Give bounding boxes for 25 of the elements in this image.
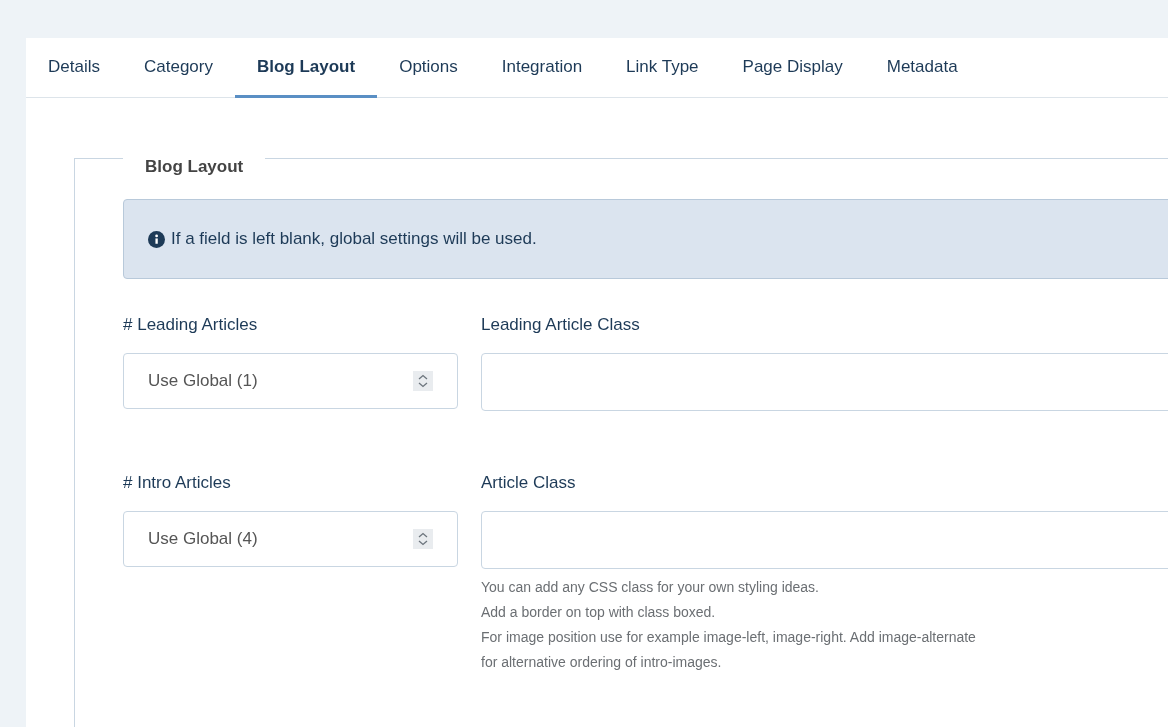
select-field[interactable]: Use Global (1) [123, 353, 458, 409]
help-text: Add a border on top with class boxed. [481, 603, 717, 622]
field-label: Leading Article Class [481, 315, 641, 336]
tab[interactable]: Category [121, 38, 235, 98]
tab[interactable]: Page Display [720, 38, 865, 98]
field-label: Article Class [481, 473, 577, 494]
field-label: # Leading Articles [123, 315, 259, 336]
chevron-updown-icon [413, 371, 433, 391]
tab[interactable]: Blog Layout [234, 38, 378, 98]
input-field[interactable] [481, 511, 1168, 569]
tab[interactable]: Options [377, 38, 480, 98]
input-field[interactable] [481, 353, 1168, 411]
help-text: for alternative ordering of intro-images. [481, 653, 723, 672]
tab[interactable]: Integration [479, 38, 605, 98]
tab[interactable]: Link Type [604, 38, 721, 98]
help-text: You can add any CSS class for your own styling ideas. [481, 578, 820, 597]
chevron-updown-icon [413, 529, 433, 549]
select-field[interactable]: Use Global (4) [123, 511, 458, 567]
alert-text: If a field is left blank, global settings will be used. [171, 229, 537, 249]
tab[interactable]: Metadata [864, 38, 980, 98]
fieldset-legend: Blog Layout [123, 156, 266, 178]
info-icon [148, 230, 165, 248]
help-text: For image position use for example image-left, image-right. Add image-alternate [481, 628, 977, 647]
field-label: # Intro Articles [123, 473, 232, 494]
tab[interactable]: Details [26, 38, 122, 98]
